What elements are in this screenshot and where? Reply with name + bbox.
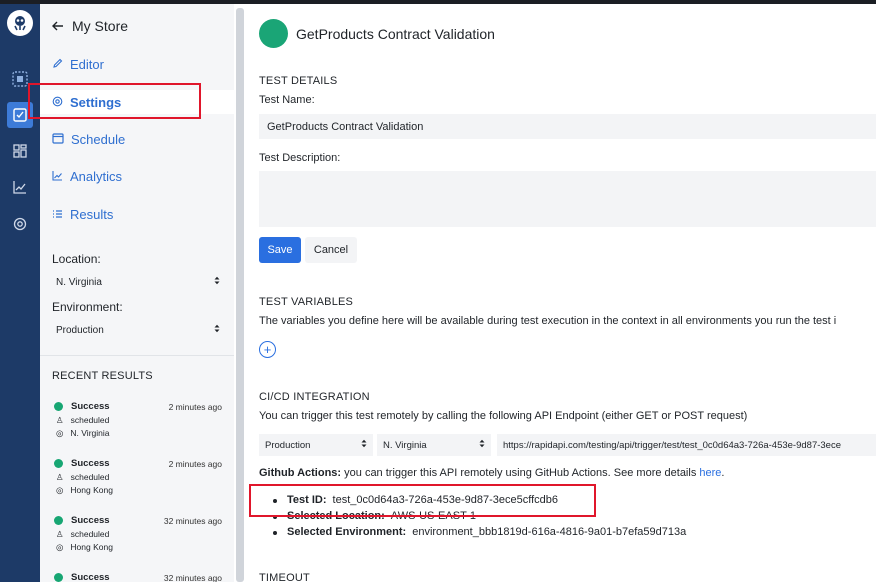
select-arrows-icon <box>479 439 485 451</box>
location-select-value: N. Virginia <box>56 276 102 288</box>
nav-item-label: Schedule <box>71 131 126 147</box>
environment-select-value: Production <box>56 324 104 336</box>
success-dot-icon <box>54 573 63 582</box>
highlight-box-test-id <box>249 484 596 517</box>
trigger-icon: ♙ <box>56 471 64 482</box>
result-location: N. Virginia <box>70 428 110 438</box>
store-title: My Store <box>72 18 129 34</box>
plus-icon: + <box>263 342 272 357</box>
github-actions-period: . <box>721 467 725 479</box>
result-item[interactable]: Success 2 minutes ago ♙ scheduled ◎ N. Vir… <box>54 400 222 439</box>
highlight-box-settings <box>28 83 201 119</box>
select-arrows-icon <box>214 276 220 288</box>
result-status: Success <box>71 515 110 526</box>
cicd-environment-value: Production <box>265 439 311 451</box>
test-name-label: Test Name: <box>259 94 315 106</box>
result-status: Success <box>71 401 110 412</box>
selected-environment-item: Selected Environment: environment_bbb181… <box>273 526 686 538</box>
result-location: Hong Kong <box>70 542 113 552</box>
arrow-left-icon <box>52 18 64 34</box>
result-item[interactable]: Success 2 minutes ago ♙ scheduled ◎ Hong K… <box>54 457 222 496</box>
section-cicd: CI/CD INTEGRATION <box>259 391 370 403</box>
page-title: GetProducts Contract Validation <box>296 26 495 42</box>
result-time: 32 minutes ago <box>163 515 222 526</box>
cicd-location-value: N. Virginia <box>383 439 427 451</box>
location-pin-icon: ◎ <box>56 541 64 552</box>
result-time: 2 minutes ago <box>168 401 222 412</box>
success-dot-icon <box>54 402 63 411</box>
divider <box>40 355 234 356</box>
selected-environment-label: Selected Environment: <box>287 526 407 538</box>
analytics-icon[interactable] <box>7 174 33 200</box>
select-arrows-icon <box>214 324 220 336</box>
nav-item-schedule[interactable]: Schedule <box>52 127 234 151</box>
grid-icon[interactable] <box>7 138 33 164</box>
details-link[interactable]: here <box>699 467 721 479</box>
list-icon <box>52 207 63 222</box>
result-item[interactable]: Success 32 minutes ago <box>54 571 222 582</box>
environment-label: Environment: <box>52 300 123 314</box>
location-pin-icon: ◎ <box>56 484 64 495</box>
nav-item-analytics[interactable]: Analytics <box>52 164 234 188</box>
api-endpoint-field[interactable]: https://rapidapi.com/testing/api/trigger… <box>497 434 876 456</box>
pencil-icon <box>52 57 63 72</box>
result-trigger: scheduled <box>70 529 110 539</box>
app-logo-icon[interactable] <box>7 10 33 36</box>
result-status: Success <box>71 572 110 582</box>
chart-line-icon <box>52 169 63 184</box>
bullet <box>273 531 277 535</box>
save-button[interactable]: Save <box>259 237 301 263</box>
section-timeout: TIMEOUT <box>259 572 310 582</box>
nav-item-label: Analytics <box>70 168 123 184</box>
github-actions-text: you can trigger this API remotely using … <box>341 467 700 479</box>
test-name-value: GetProducts Contract Validation <box>267 120 424 133</box>
test-description-input[interactable] <box>259 171 876 227</box>
cicd-environment-select[interactable]: Production <box>259 434 373 456</box>
result-time: 32 minutes ago <box>163 572 222 582</box>
result-time: 2 minutes ago <box>168 458 222 469</box>
result-status: Success <box>71 458 110 469</box>
location-select[interactable]: N. Virginia <box>52 271 220 293</box>
github-actions-note: Github Actions: you can trigger this API… <box>259 467 724 479</box>
panel-scrollbar[interactable] <box>236 8 244 582</box>
result-location: Hong Kong <box>70 485 113 495</box>
trigger-icon: ♙ <box>56 528 64 539</box>
nav-item-label: Results <box>70 206 114 222</box>
cicd-location-select[interactable]: N. Virginia <box>377 434 491 456</box>
back-to-store[interactable]: My Store <box>52 18 128 34</box>
result-item[interactable]: Success 32 minutes ago ♙ scheduled ◎ Hong … <box>54 514 222 553</box>
test-description-label: Test Description: <box>259 152 341 164</box>
api-endpoint-url: https://rapidapi.com/testing/api/trigger… <box>503 439 841 451</box>
select-arrows-icon <box>361 439 367 451</box>
nav-item-label: Editor <box>70 56 104 72</box>
section-test-details: TEST DETAILS <box>259 75 338 87</box>
selected-environment-value: environment_bbb1819d-616a-4816-9a01-b7ef… <box>412 526 687 538</box>
cancel-button[interactable]: Cancel <box>305 237 357 263</box>
cicd-description: You can trigger this test remotely by ca… <box>259 410 748 422</box>
add-variable-button[interactable]: + <box>259 341 276 358</box>
variables-description: The variables you define here will be av… <box>259 315 837 327</box>
success-dot-icon <box>54 459 63 468</box>
nav-item-results[interactable]: Results <box>52 202 234 226</box>
trigger-icon: ♙ <box>56 414 64 425</box>
test-name-input[interactable]: GetProducts Contract Validation <box>259 114 876 139</box>
nav-item-editor[interactable]: Editor <box>52 52 234 76</box>
environment-select[interactable]: Production <box>52 319 220 341</box>
github-actions-label: Github Actions: <box>259 467 342 479</box>
location-pin-icon: ◎ <box>56 427 64 438</box>
recent-results-title: RECENT RESULTS <box>52 370 153 382</box>
location-label: Location: <box>52 252 101 266</box>
result-trigger: scheduled <box>70 472 110 482</box>
success-dot-icon <box>54 516 63 525</box>
calendar-icon <box>52 132 64 147</box>
result-trigger: scheduled <box>70 415 110 425</box>
section-test-variables: TEST VARIABLES <box>259 296 354 308</box>
test-avatar-icon <box>259 19 288 48</box>
settings-gear-icon[interactable] <box>7 211 33 237</box>
